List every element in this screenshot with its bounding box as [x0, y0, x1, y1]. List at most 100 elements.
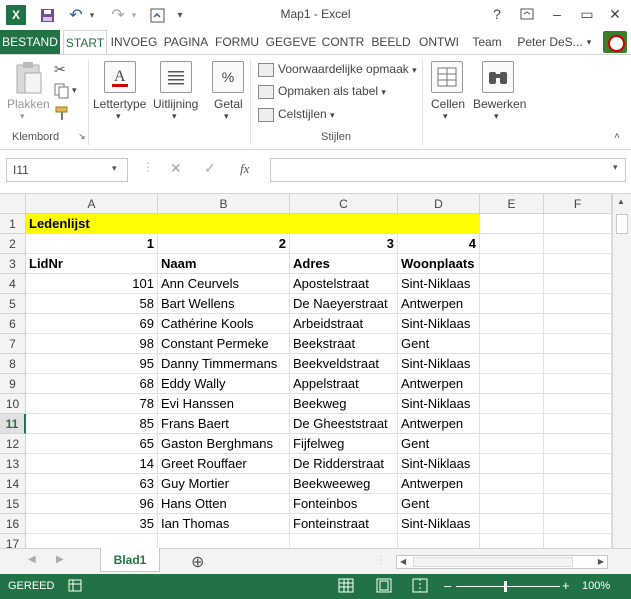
close-button[interactable]: ✕	[604, 4, 626, 24]
minimize-button[interactable]: –	[546, 4, 568, 24]
help-button[interactable]: ?	[486, 4, 508, 24]
user-dropdown-icon[interactable]: ▾	[584, 30, 594, 54]
row-header[interactable]: 6	[0, 314, 26, 334]
cell-b14[interactable]: Guy Mortier	[158, 474, 290, 494]
cell-d7[interactable]: Gent	[398, 334, 480, 354]
cell-d12[interactable]: Gent	[398, 434, 480, 454]
cell-empty[interactable]	[480, 294, 544, 314]
row-header[interactable]: 2	[0, 234, 26, 254]
cell-empty[interactable]	[544, 374, 612, 394]
cell-b17[interactable]	[158, 534, 290, 548]
cell-empty[interactable]	[544, 514, 612, 534]
cell-d10[interactable]: Sint-Niklaas	[398, 394, 480, 414]
cell-a15[interactable]: 96	[26, 494, 158, 514]
expand-formula-bar-icon[interactable]: ▾	[613, 162, 618, 173]
row-header[interactable]: 9	[0, 374, 26, 394]
cell-empty[interactable]	[480, 454, 544, 474]
cell-empty[interactable]	[480, 254, 544, 274]
cell-d17[interactable]	[398, 534, 480, 548]
cell-a12[interactable]: 65	[26, 434, 158, 454]
cell-empty[interactable]	[480, 314, 544, 334]
cell-empty[interactable]	[544, 434, 612, 454]
tab-file[interactable]: BESTAND	[0, 30, 60, 54]
cell-empty[interactable]	[480, 374, 544, 394]
cell-d1[interactable]	[398, 214, 480, 234]
row-header[interactable]: 5	[0, 294, 26, 314]
zoom-out-button[interactable]: –	[444, 578, 451, 593]
macro-record-icon[interactable]	[68, 579, 82, 595]
zoom-slider[interactable]	[456, 586, 560, 587]
row-header[interactable]: 4	[0, 274, 26, 294]
tab-developer[interactable]: ONTWI	[415, 30, 463, 54]
cell-empty[interactable]	[544, 274, 612, 294]
cells-button[interactable]: Cellen	[431, 97, 465, 111]
cell-a10[interactable]: 78	[26, 394, 158, 414]
paste-icon[interactable]	[14, 61, 44, 100]
cell-c9[interactable]: Appelstraat	[290, 374, 398, 394]
cell-c10[interactable]: Beekweg	[290, 394, 398, 414]
scroll-right-icon[interactable]: ▶	[598, 557, 604, 566]
row-header[interactable]: 12	[0, 434, 26, 454]
row-header[interactable]: 3	[0, 254, 26, 274]
cell-c7[interactable]: Beekstraat	[290, 334, 398, 354]
cell-b10[interactable]: Evi Hanssen	[158, 394, 290, 414]
scroll-tabs-right-icon[interactable]: ▶	[56, 554, 64, 565]
cell-a14[interactable]: 63	[26, 474, 158, 494]
tab-insert[interactable]: INVOEG	[109, 30, 159, 54]
cell-d14[interactable]: Antwerpen	[398, 474, 480, 494]
row-header[interactable]: 7	[0, 334, 26, 354]
cell-b7[interactable]: Constant Permeke	[158, 334, 290, 354]
cells-dropdown-icon[interactable]: ▾	[443, 111, 448, 122]
cell-d13[interactable]: Sint-Niklaas	[398, 454, 480, 474]
tab-formulas[interactable]: FORMU	[213, 30, 261, 54]
tab-view[interactable]: BEELD	[369, 30, 413, 54]
cell-b5[interactable]: Bart Wellens	[158, 294, 290, 314]
cell-b2[interactable]: 2	[158, 234, 290, 254]
cell-a6[interactable]: 69	[26, 314, 158, 334]
font-icon[interactable]: A	[104, 61, 136, 93]
cell-empty[interactable]	[544, 534, 612, 548]
cells-icon[interactable]	[431, 61, 463, 93]
number-dropdown-icon[interactable]: ▾	[224, 111, 229, 122]
cell-c6[interactable]: Arbeidstraat	[290, 314, 398, 334]
number-button[interactable]: Getal	[214, 97, 243, 111]
cell-empty[interactable]	[480, 534, 544, 548]
cell-empty[interactable]	[480, 514, 544, 534]
cell-a8[interactable]: 95	[26, 354, 158, 374]
cell-empty[interactable]	[480, 414, 544, 434]
format-as-table-button[interactable]: Opmaken als tabel ▾	[258, 84, 386, 99]
name-box-dropdown-icon[interactable]: ▾	[112, 163, 117, 174]
cell-empty[interactable]	[544, 414, 612, 434]
number-format-icon[interactable]: %	[212, 61, 244, 93]
column-header-e[interactable]: E	[480, 194, 544, 214]
new-sheet-icon[interactable]: ⊕	[191, 552, 204, 572]
cell-b13[interactable]: Greet Rouffaer	[158, 454, 290, 474]
alignment-icon[interactable]	[160, 61, 192, 93]
cell-c14[interactable]: Beekweeweg	[290, 474, 398, 494]
cell-empty[interactable]	[480, 494, 544, 514]
cell-a13[interactable]: 14	[26, 454, 158, 474]
cell-empty[interactable]	[544, 454, 612, 474]
alignment-dropdown-icon[interactable]: ▾	[172, 111, 177, 122]
cell-b16[interactable]: Ian Thomas	[158, 514, 290, 534]
cell-b1[interactable]	[158, 214, 290, 234]
cell-c1[interactable]	[290, 214, 398, 234]
tab-start[interactable]: START	[63, 30, 107, 55]
row-header[interactable]: 10	[0, 394, 26, 414]
avatar[interactable]	[603, 31, 627, 53]
cell-b4[interactable]: Ann Ceurvels	[158, 274, 290, 294]
cell-a4[interactable]: 101	[26, 274, 158, 294]
cell-empty[interactable]	[480, 274, 544, 294]
column-header-f[interactable]: F	[544, 194, 612, 214]
formula-bar-grip-icon[interactable]: ⋮	[142, 160, 154, 174]
cell-empty[interactable]	[544, 494, 612, 514]
cell-empty[interactable]	[480, 474, 544, 494]
paste-dropdown-icon[interactable]: ▾	[20, 111, 25, 122]
zoom-level[interactable]: 100%	[582, 580, 610, 592]
cell-c5[interactable]: De Naeyerstraat	[290, 294, 398, 314]
cell-empty[interactable]	[544, 234, 612, 254]
cell-d9[interactable]: Antwerpen	[398, 374, 480, 394]
copy-icon[interactable]	[54, 83, 70, 102]
cell-empty[interactable]	[544, 254, 612, 274]
normal-view-icon[interactable]	[338, 578, 354, 596]
